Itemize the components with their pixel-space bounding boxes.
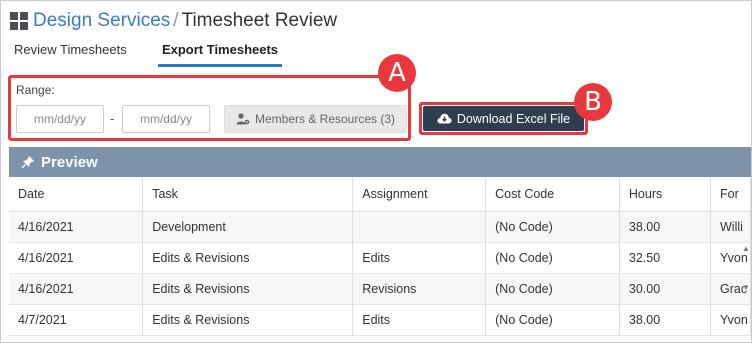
cell-for: Willi [710,211,751,243]
cell-for: Yvon [710,304,751,336]
table-row: 4/16/2021 Edits & Revisions Revisions (N… [9,273,751,305]
table-row: 4/7/2021 Edits & Revisions Edits (No Cod… [9,304,751,336]
range-section: Range: mm/dd/yy - mm/dd/yy Members & Res… [8,75,411,141]
column-header-cost-code: Cost Code [485,178,620,212]
callout-badge-b: B [574,83,612,121]
tab-export-timesheets[interactable]: Export Timesheets [158,41,282,67]
grid-icon [10,12,28,30]
cell-hours: 30.00 [619,273,712,305]
cell-task: Edits & Revisions [142,273,354,305]
preview-title: Preview [41,153,98,171]
cell-cost-code: (No Code) [485,304,620,336]
callout-badge-a: A [378,54,416,92]
cell-task: Edits & Revisions [142,304,354,336]
cell-date: 4/16/2021 [9,273,144,305]
cell-hours: 32.50 [619,242,712,274]
cell-date: 4/16/2021 [9,242,144,274]
preview-header: Preview [9,147,751,177]
cell-assignment: Edits [352,242,487,274]
cell-date: 4/7/2021 [9,304,144,336]
tab-bar: Review Timesheets Export Timesheets [1,41,751,67]
column-header-date: Date [9,178,144,212]
cell-assignment: Revisions [352,273,487,305]
cloud-download-icon [437,113,452,124]
app-frame: Design Services / Timesheet Review Revie… [0,0,752,343]
cell-task: Edits & Revisions [142,242,354,274]
download-excel-button[interactable]: Download Excel File [423,106,584,131]
table-row: 4/16/2021 Development (No Code) 38.00 Wi… [9,211,751,243]
cell-cost-code: (No Code) [485,273,620,305]
page-header: Design Services / Timesheet Review [10,9,337,33]
preview-table: Date Task Assignment Cost Code Hours For… [9,178,751,336]
range-label: Range: [16,83,55,97]
members-resources-button[interactable]: Members & Resources (3) [224,105,407,133]
cell-assignment: Edits [352,304,487,336]
page-title: Timesheet Review [181,10,338,31]
cell-date: 4/16/2021 [9,211,144,243]
column-header-assignment: Assignment [352,178,487,212]
download-excel-label: Download Excel File [456,111,571,126]
user-gear-icon [236,113,250,125]
range-dash: - [110,111,115,126]
cell-assignment [352,211,487,243]
column-header-hours: Hours [619,178,712,212]
cell-cost-code: (No Code) [485,242,620,274]
download-highlight: Download Excel File [419,102,588,135]
scroll-down-arrow-icon[interactable]: ▼ [742,283,750,293]
column-header-for: For [710,178,751,212]
cell-hours: 38.00 [619,211,712,243]
column-header-task: Task [142,178,354,212]
table-header-row: Date Task Assignment Cost Code Hours For [9,178,751,212]
breadcrumb-parent-link[interactable]: Design Services [33,10,170,32]
pin-icon [21,156,34,169]
scroll-up-arrow-icon[interactable]: ▲ [742,244,750,254]
range-from-input[interactable]: mm/dd/yy [16,105,104,133]
cell-cost-code: (No Code) [485,211,620,243]
table-row: 4/16/2021 Edits & Revisions Edits (No Co… [9,242,751,274]
members-resources-label: Members & Resources (3) [254,112,396,126]
range-to-input[interactable]: mm/dd/yy [122,105,210,133]
breadcrumb-separator: / [173,10,179,31]
cell-task: Development [142,211,354,243]
tab-review-timesheets[interactable]: Review Timesheets [14,41,127,67]
cell-hours: 38.00 [619,304,712,336]
